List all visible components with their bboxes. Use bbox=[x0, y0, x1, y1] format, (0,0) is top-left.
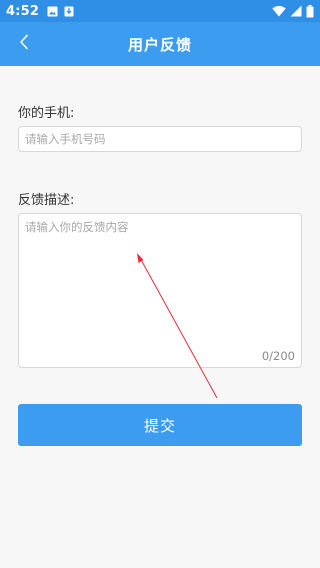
wifi-icon bbox=[272, 5, 286, 17]
char-counter: 0/200 bbox=[261, 349, 295, 363]
submit-button[interactable]: 提交 bbox=[18, 404, 302, 446]
image-icon bbox=[47, 6, 58, 17]
status-right-icons bbox=[272, 4, 314, 18]
page-title: 用户反馈 bbox=[127, 35, 192, 54]
feedback-form: 你的手机: 反馈描述: 0/200 提交 bbox=[0, 66, 320, 568]
phone-input[interactable] bbox=[18, 126, 302, 152]
phone-label: 你的手机: bbox=[18, 106, 75, 121]
status-time: 4:52 bbox=[6, 3, 40, 19]
description-box: 0/200 bbox=[18, 213, 302, 368]
chevron-left-icon bbox=[19, 34, 29, 54]
signal-icon bbox=[290, 5, 302, 17]
description-label: 反馈描述: bbox=[18, 193, 75, 208]
download-icon bbox=[64, 6, 74, 17]
battery-icon bbox=[306, 4, 314, 18]
description-textarea[interactable] bbox=[19, 214, 301, 367]
status-bar: 4:52 bbox=[0, 0, 320, 22]
back-button[interactable] bbox=[6, 22, 42, 66]
app-bar: 用户反馈 bbox=[0, 22, 320, 66]
status-left-icons bbox=[47, 6, 74, 17]
